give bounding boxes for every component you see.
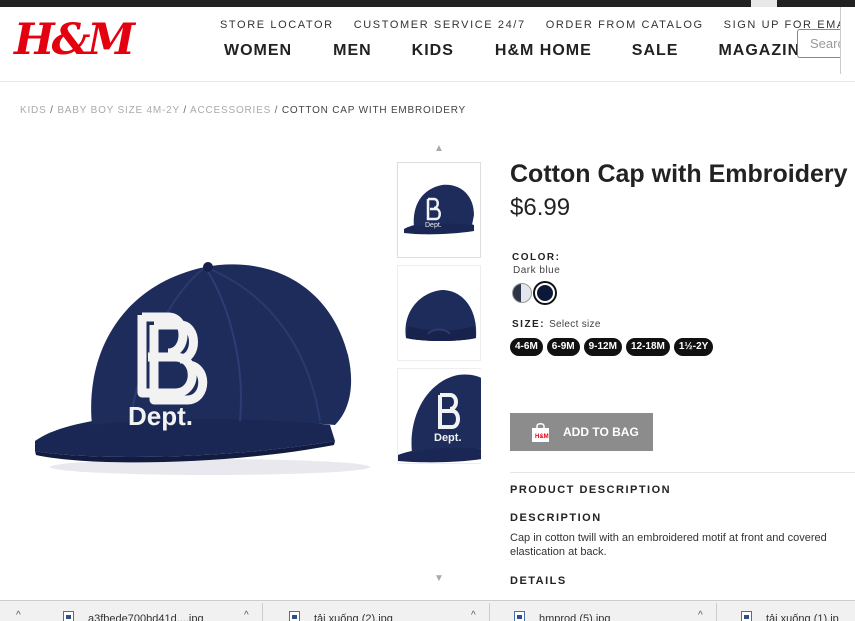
description-line-2: elastication at back. [510,546,607,558]
breadcrumb-baby-boy[interactable]: BABY BOY SIZE 4M-2Y [57,105,179,116]
description-text: Cap in cotton twill with an embroidered … [510,531,855,559]
product-description-heading[interactable]: PRODUCT DESCRIPTION [510,484,671,496]
product-title: Cotton Cap with Embroidery [510,160,848,188]
nav-men[interactable]: MEN [333,42,372,60]
breadcrumb-kids[interactable]: KIDS [20,105,47,116]
image-file-icon [741,611,752,621]
nav-sale[interactable]: SALE [632,42,679,60]
customer-service-link[interactable]: CUSTOMER SERVICE 24/7 [354,19,526,31]
breadcrumb: KIDS / BABY BOY SIZE 4M-2Y / ACCESSORIES… [20,105,466,116]
thumbnail-3[interactable]: Dept. [397,368,481,464]
breadcrumb-separator: / [274,105,279,116]
thumbnail-2[interactable] [397,265,481,361]
chevron-up-icon[interactable]: ^ [471,610,476,621]
divider [489,603,490,621]
description-line-1: Cap in cotton twill with an embroidered … [510,532,827,544]
breadcrumb-accessories[interactable]: ACCESSORIES [190,105,271,116]
download-filename: a3fbede700bd41d....jpg [88,613,204,621]
cap-embroidery-text: Dept. [434,432,462,444]
scrollbar[interactable] [840,7,855,74]
svg-text:H&M: H&M [535,434,549,440]
size-hint: Select size [549,319,601,330]
download-filename: tải xuống (1).jp [766,613,839,621]
divider [262,603,263,621]
add-to-bag-button[interactable]: H&M ADD TO BAG [510,413,653,451]
size-options: 4-6M 6-9M 9-12M 12-18M 1½-2Y [510,338,714,356]
image-file-icon [514,611,525,621]
color-swatch-white-blue[interactable] [512,283,532,303]
breadcrumb-current: COTTON CAP WITH EMBROIDERY [281,105,467,116]
chevron-up-icon[interactable]: ^ [244,610,249,621]
download-bar: ^ a3fbede700bd41d....jpg ^ tải xuống (2)… [0,600,855,621]
divider [510,472,855,473]
image-file-icon [63,611,74,621]
color-value: Dark blue [513,265,561,276]
size-label: SIZE: Select size [512,319,601,330]
download-item[interactable]: tải xuống (1).jp [741,601,839,621]
cap-embroidery-text: Dept. [128,401,193,431]
description-heading: DESCRIPTION [510,512,602,524]
product-price: $6.99 [510,194,571,221]
size-button[interactable]: 12-18M [625,338,670,356]
order-catalog-link[interactable]: ORDER FROM CATALOG [546,19,704,31]
size-label-text: SIZE: [512,319,546,330]
main-nav: WOMEN MEN KIDS H&M HOME SALE MAGAZINE [224,42,812,60]
image-file-icon [289,611,300,621]
download-item[interactable]: hmprod (5).jpg [514,601,611,621]
hm-logo[interactable]: H&M [14,19,135,62]
nav-women[interactable]: WOMEN [224,42,292,60]
details-heading[interactable]: DETAILS [510,575,567,587]
browser-top-strip [0,0,855,7]
cap-embroidery-text: Dept. [425,222,442,229]
store-locator-link[interactable]: STORE LOCATOR [220,19,334,31]
download-item[interactable]: tải xuống (2).jpg [289,601,393,621]
color-label: COLOR: [512,252,561,263]
color-swatch-dark-blue[interactable] [535,283,555,303]
breadcrumb-separator: / [50,105,54,116]
size-button[interactable]: 4-6M [510,338,543,356]
chevron-up-icon[interactable]: ▲ [434,143,444,154]
chevron-up-icon[interactable]: ^ [16,610,21,621]
thumbnail-1[interactable]: Dept. [397,162,481,258]
divider [716,603,717,621]
utility-nav: STORE LOCATOR CUSTOMER SERVICE 24/7 ORDE… [220,19,855,31]
product-main-image[interactable]: Dept. [30,245,375,480]
size-button[interactable]: 9-12M [583,338,622,356]
breadcrumb-separator: / [183,105,187,116]
download-filename: tải xuống (2).jpg [314,613,393,621]
size-button[interactable]: 1½-2Y [673,338,714,356]
add-to-bag-label: ADD TO BAG [563,425,639,439]
size-button[interactable]: 6-9M [546,338,580,356]
download-item[interactable]: a3fbede700bd41d....jpg [63,601,204,621]
download-filename: hmprod (5).jpg [539,613,611,621]
nav-kids[interactable]: KIDS [412,42,454,60]
browser-tab-fragment[interactable] [751,0,777,7]
chevron-down-icon[interactable]: ▼ [434,573,444,584]
site-header: H&M STORE LOCATOR CUSTOMER SERVICE 24/7 … [0,7,855,82]
shopping-bag-icon: H&M [532,422,549,442]
nav-home[interactable]: H&M HOME [495,42,592,60]
chevron-up-icon[interactable]: ^ [698,610,703,621]
